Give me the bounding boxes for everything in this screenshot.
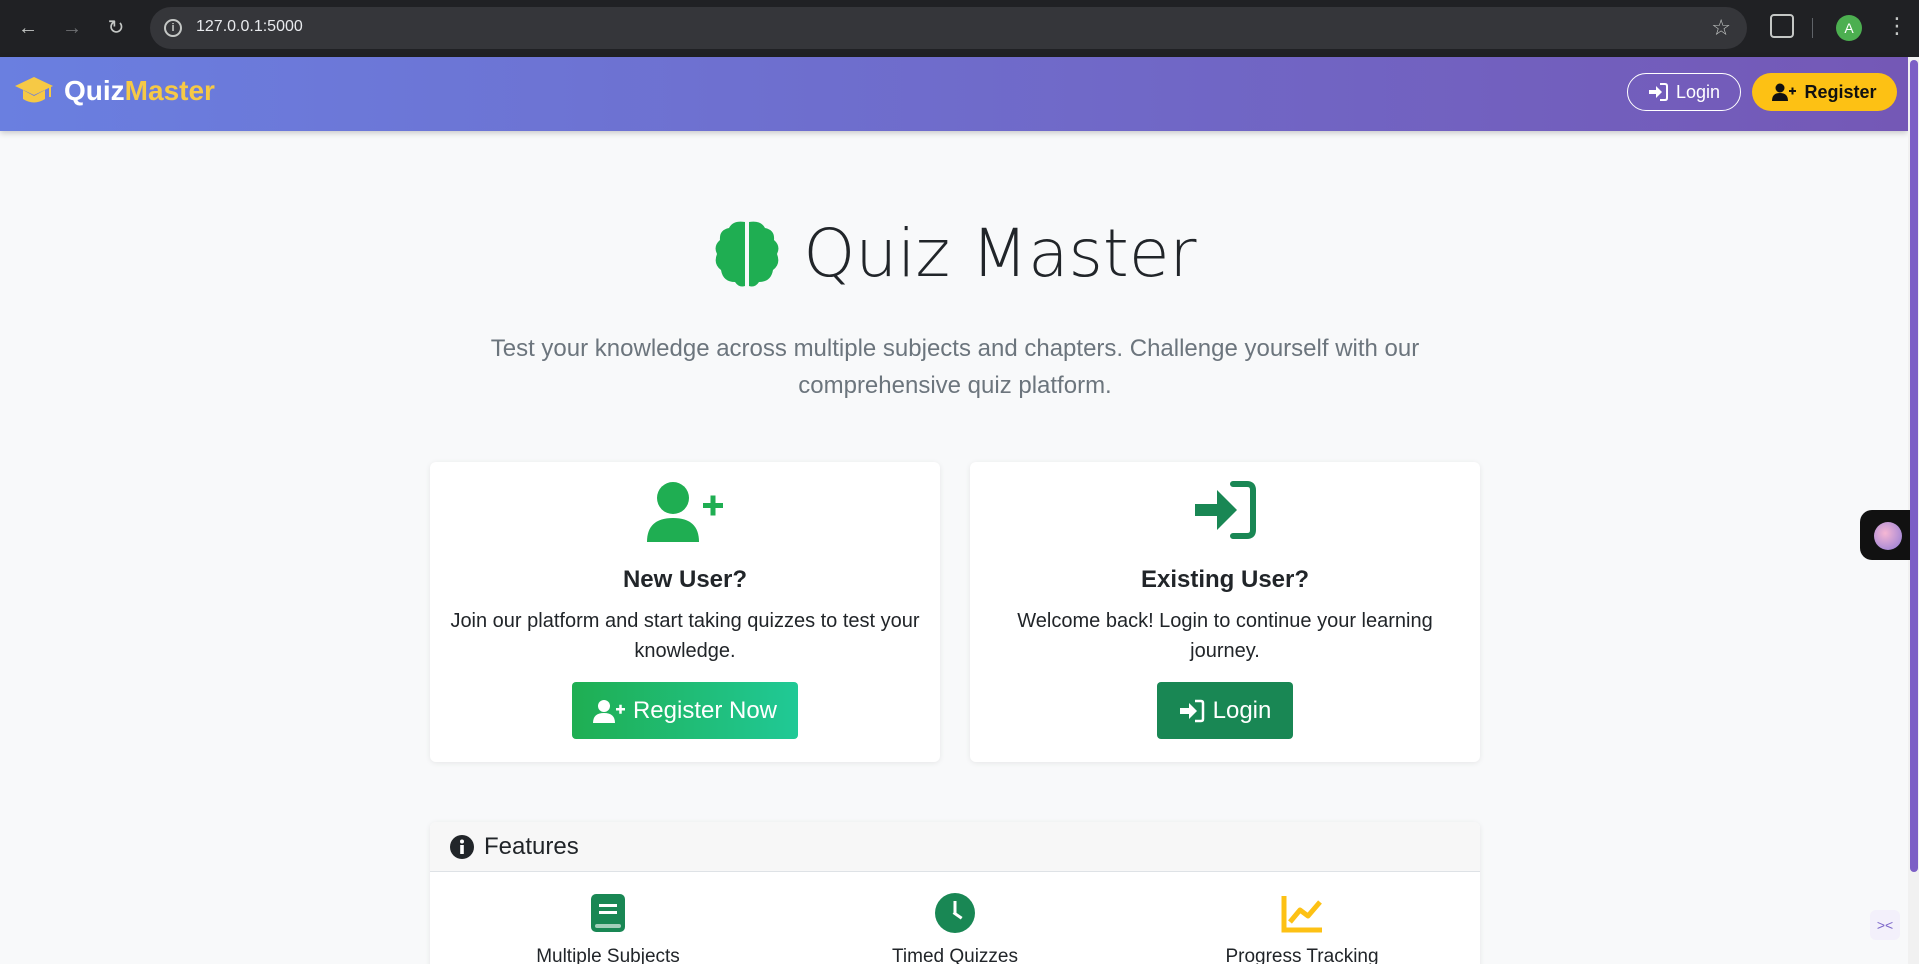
browser-menu-icon[interactable]: ⋮ — [1886, 14, 1908, 38]
forward-icon[interactable]: → — [60, 16, 84, 40]
profile-avatar[interactable]: A — [1836, 15, 1862, 41]
floating-assistant-button[interactable] — [1860, 510, 1910, 560]
sign-in-icon — [1179, 699, 1204, 722]
nav-login-label: Login — [1675, 81, 1721, 102]
register-now-button[interactable]: Register Now — [572, 682, 798, 739]
nav-register-button[interactable]: Register — [1752, 73, 1897, 111]
sign-in-icon — [1648, 83, 1668, 101]
existing-user-description: Welcome back! Login to continue your lea… — [1017, 610, 1433, 662]
feature-label: Multiple Subjects — [536, 946, 680, 964]
assistant-avatar-icon — [1874, 522, 1902, 550]
feature-label: Progress Tracking — [1225, 946, 1379, 964]
feature-label: Timed Quizzes — [892, 946, 1018, 964]
features-panel: Features Multiple Subjects Timed Quizzes — [430, 822, 1480, 964]
login-button[interactable]: Login — [1157, 682, 1293, 739]
new-user-title: New User? — [622, 566, 748, 593]
login-label: Login — [1212, 696, 1272, 724]
new-user-description: Join our platform and start taking quizz… — [450, 610, 920, 662]
address-bar[interactable]: i 127.0.0.1:5000 ☆ — [150, 7, 1747, 49]
nav-login-button[interactable]: Login — [1627, 73, 1741, 111]
feature-item: Progress Tracking — [1182, 892, 1422, 964]
brand-logo[interactable]: Quiz Master — [14, 75, 215, 107]
brand-quiz-text: Quiz — [64, 75, 125, 106]
browser-toolbar: ← → ↻ i 127.0.0.1:5000 ☆ A ⋮ — [0, 0, 1919, 57]
features-title: Features — [484, 832, 579, 860]
existing-user-title: Existing User? — [1140, 566, 1310, 593]
graduation-cap-icon — [15, 77, 53, 103]
extensions-icon[interactable] — [1770, 14, 1794, 38]
hero-title-text: Quiz Master — [803, 215, 1197, 292]
reload-icon[interactable]: ↻ — [104, 16, 128, 40]
devtools-icon[interactable]: >< — [1870, 910, 1900, 940]
chart-line-icon — [1182, 892, 1422, 934]
brand-master-text: Master — [124, 75, 215, 106]
back-icon[interactable]: ← — [16, 16, 40, 40]
book-icon — [488, 892, 728, 934]
info-circle-icon — [450, 834, 474, 859]
url-text[interactable]: 127.0.0.1:5000 — [196, 18, 303, 36]
feature-item: Multiple Subjects — [488, 892, 728, 964]
user-plus-icon — [430, 480, 940, 544]
nav-register-label: Register — [1804, 81, 1877, 102]
register-now-label: Register Now — [632, 696, 778, 724]
bookmark-star-icon[interactable]: ☆ — [1711, 15, 1731, 41]
clock-icon — [835, 892, 1075, 934]
existing-user-card: Existing User? Welcome back! Login to co… — [970, 462, 1480, 762]
site-info-icon[interactable]: i — [164, 19, 182, 37]
brain-icon — [715, 221, 779, 286]
feature-item: Timed Quizzes — [835, 892, 1075, 964]
scrollbar-thumb[interactable] — [1910, 60, 1918, 872]
user-plus-icon — [1772, 83, 1797, 101]
hero-title: Quiz Master — [0, 215, 1908, 292]
app-navbar: Quiz Master Login Register — [0, 57, 1908, 131]
toolbar-divider — [1812, 18, 1813, 38]
hero-subtitle: Test your knowledge across multiple subj… — [490, 335, 1420, 399]
new-user-card: New User? Join our platform and start ta… — [430, 462, 940, 762]
features-header: Features — [430, 822, 1480, 872]
user-plus-icon — [592, 699, 625, 723]
sign-in-icon — [970, 480, 1480, 544]
